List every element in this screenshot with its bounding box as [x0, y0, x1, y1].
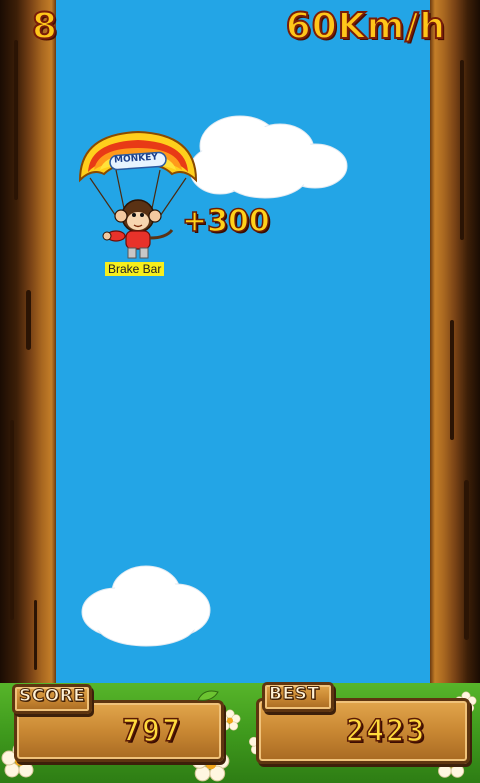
game-screen[interactable]: 8 60Km/h MONKEY +300 Brake Bar SCORE 797… — [0, 0, 480, 783]
best-label: BEST — [268, 684, 320, 705]
lives-counter: 8 — [31, 5, 59, 48]
cloud-upper — [189, 115, 348, 199]
monkey-parachute-player — [78, 130, 198, 259]
leaf-icon — [197, 690, 219, 701]
cloud-lower — [81, 565, 211, 647]
speed-readout: 60Km/h — [285, 5, 446, 48]
bonus-points-popup: +300 — [181, 203, 270, 240]
best-value: 2423 — [345, 713, 427, 750]
left-tree-trunk — [0, 0, 56, 690]
powerup-label: Brake Bar — [105, 262, 165, 276]
right-tree-trunk — [430, 0, 480, 690]
score-value: 797 — [121, 713, 183, 750]
score-label: SCORE — [18, 686, 86, 707]
